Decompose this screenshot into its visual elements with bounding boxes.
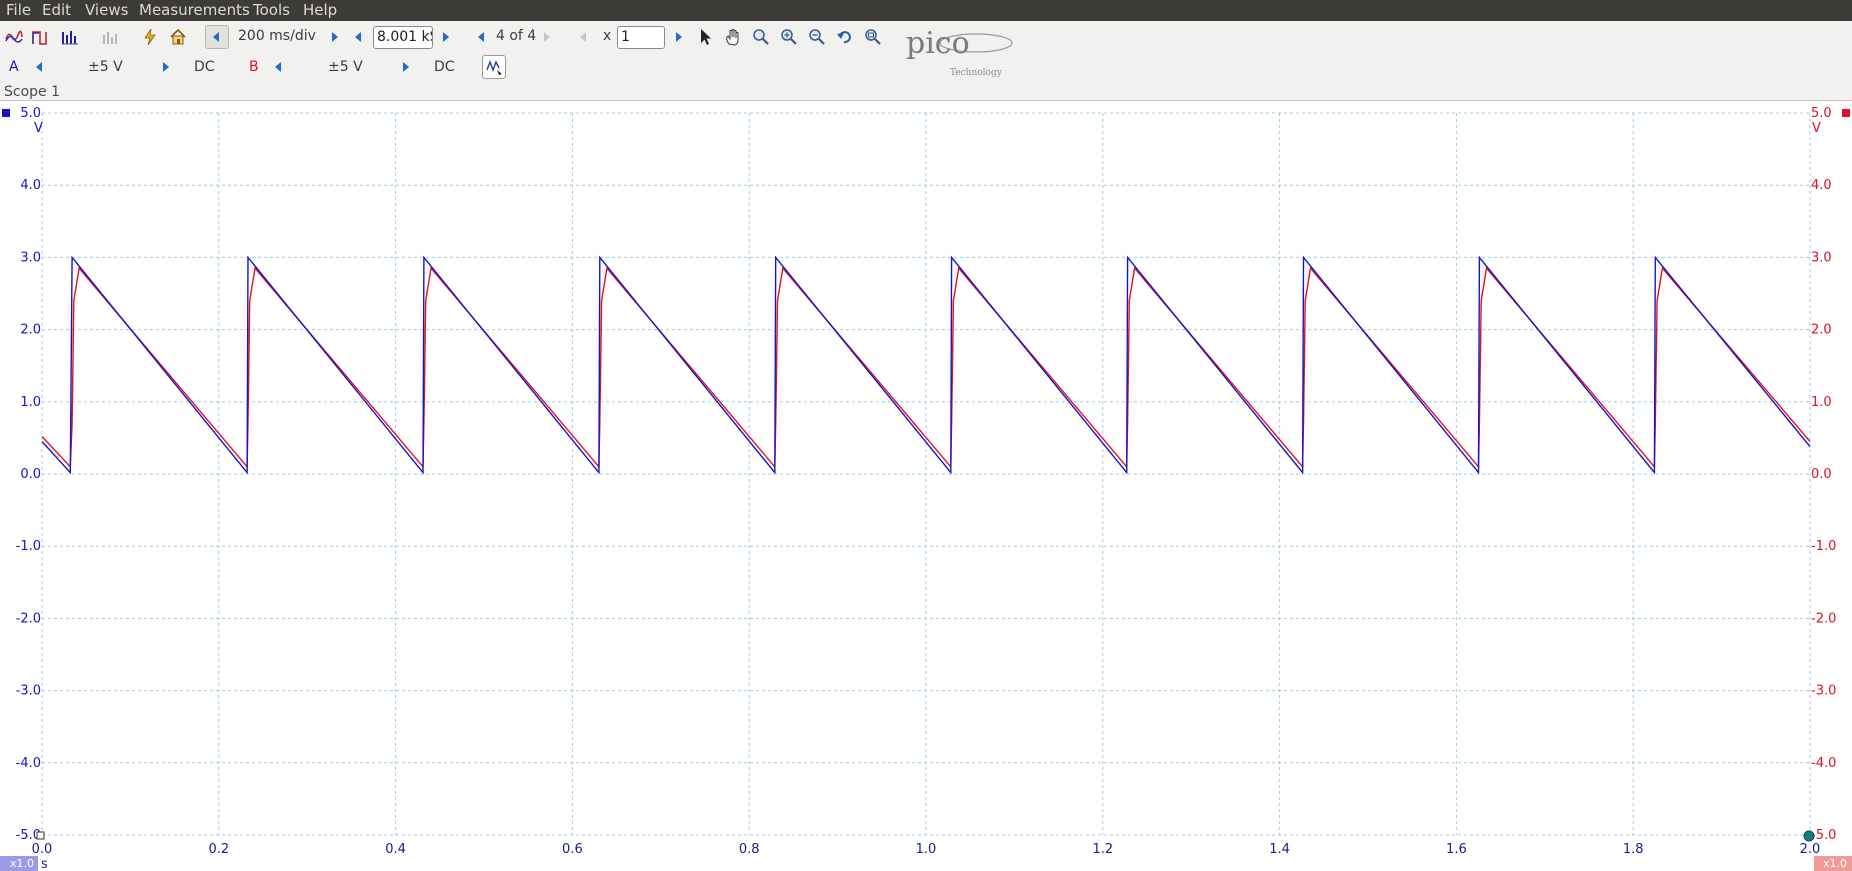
- y-tick-label-a: -1.0: [16, 539, 41, 554]
- home-icon[interactable]: [168, 27, 188, 47]
- y-tick-label-a: -2.0: [16, 611, 41, 626]
- channel-b-label: B: [249, 59, 259, 75]
- channel-b-range-increase-button[interactable]: [403, 62, 409, 72]
- zoom-previous-button: [580, 32, 586, 42]
- auto-setup-icon[interactable]: [140, 27, 160, 47]
- channel-a-range[interactable]: ±5 V: [88, 59, 123, 75]
- waveform-previous-button[interactable]: [478, 32, 484, 42]
- x-axis: 0.0 0.2 0.4 0.6 0.8 1.0 1.2 1.4 1.6 1.8 2.0: [32, 842, 1821, 857]
- hand-tool-icon[interactable]: [723, 27, 743, 47]
- undo-zoom-icon[interactable]: [835, 27, 855, 47]
- x-tick-label: 1.4: [1269, 842, 1290, 857]
- timebase-decrease-button[interactable]: [205, 25, 229, 49]
- y-tick-label-b: -4.0: [1811, 756, 1836, 771]
- x-tick-label: 0.4: [385, 842, 406, 857]
- y-tick-label-a: 5.0: [20, 106, 41, 121]
- menu-bar: File Edit Views Measurements Tools Help: [0, 0, 1852, 21]
- persistence-mode-icon[interactable]: [30, 27, 50, 47]
- zoom-out-icon[interactable]: [807, 27, 827, 47]
- y-tick-label-a: 3.0: [20, 250, 41, 265]
- zoom-next-button[interactable]: [676, 32, 682, 42]
- chart-grid: [41, 112, 1811, 836]
- menu-edit[interactable]: Edit: [42, 1, 71, 20]
- menu-file[interactable]: File: [6, 1, 31, 20]
- x-tick-label: 0.0: [32, 842, 53, 857]
- channel-b-range[interactable]: ±5 V: [328, 59, 363, 75]
- y-tick-label-a: 1.0: [20, 395, 41, 410]
- x-tick-label: 0.6: [562, 842, 583, 857]
- toolbar-channels: A ±5 V DC B ±5 V DC: [0, 54, 1852, 80]
- y-tick-label-b: 3.0: [1811, 250, 1832, 265]
- menu-views[interactable]: Views: [85, 1, 128, 20]
- samples-increase-button[interactable]: [443, 32, 449, 42]
- x-tick-label: 1.6: [1446, 842, 1467, 857]
- y-tick-label-b: -1.0: [1811, 539, 1836, 554]
- x-tick-label: 1.0: [916, 842, 937, 857]
- timebase-value[interactable]: 200 ms/div: [238, 28, 316, 44]
- y-tick-label-b: 1.0: [1811, 395, 1832, 410]
- y-unit-channel-a: V: [34, 121, 43, 136]
- timebase-increase-button[interactable]: [332, 32, 338, 42]
- x-tick-label: 1.2: [1092, 842, 1113, 857]
- scope-view[interactable]: 5.0 4.0 3.0 2.0 1.0 0.0 -1.0 -2.0 -3.0 -4.0 -5.0 5…: [0, 100, 1852, 871]
- channel-b-axis-marker[interactable]: [1842, 109, 1850, 117]
- y-axis-channel-b: 5.0 4.0 3.0 2.0 1.0 0.0 -1.0 -2.0 -3.0 -4.0 -5.0: [1811, 106, 1836, 843]
- y-tick-label-a: -4.0: [16, 756, 41, 771]
- y-axis-channel-a: 5.04.03.02.01.00.0-1.0-2.0-3.0-4.0-5.0: [16, 106, 41, 843]
- x-zoom-badge-right-text: x1.0: [1823, 857, 1847, 870]
- scope-view-title: Scope 1: [4, 84, 61, 100]
- y-tick-label-b: -2.0: [1811, 611, 1836, 626]
- x-unit-label: s: [41, 857, 48, 871]
- chevron-left-icon: [213, 32, 219, 42]
- y-tick-label-a: -3.0: [16, 684, 41, 699]
- x-tick-label: 0.2: [208, 842, 229, 857]
- channel-a-label: A: [9, 59, 19, 75]
- zoom-select-icon[interactable]: [751, 27, 771, 47]
- y-tick-label-a: 4.0: [20, 178, 41, 193]
- waveform-buffer-position: 4 of 4: [496, 28, 537, 44]
- y-tick-label-b: -3.0: [1811, 684, 1836, 699]
- pointer-tool-icon[interactable]: [696, 27, 716, 47]
- zoom-factor-input[interactable]: 1: [617, 26, 665, 49]
- zoom-in-icon[interactable]: [779, 27, 799, 47]
- x-tick-label: 0.8: [739, 842, 760, 857]
- channel-b-range-decrease-button[interactable]: [275, 62, 281, 72]
- menu-help[interactable]: Help: [303, 1, 337, 20]
- channel-a-range-increase-button[interactable]: [163, 62, 169, 72]
- channel-options-icon: [486, 60, 502, 75]
- zoom-prefix-label: x: [603, 28, 612, 44]
- scope-mode-icon[interactable]: [4, 27, 24, 47]
- channel-a-axis-marker[interactable]: [2, 109, 10, 117]
- channel-a-coupling[interactable]: DC: [194, 59, 215, 75]
- samples-decrease-button[interactable]: [355, 32, 361, 42]
- menu-measurements[interactable]: Measurements: [139, 1, 250, 20]
- spectrum-mode-icon[interactable]: [60, 27, 80, 47]
- oscilloscope-chart[interactable]: 5.0 4.0 3.0 2.0 1.0 0.0 -1.0 -2.0 -3.0 -4.0 -5.0 5…: [0, 101, 1852, 871]
- ruler-handle[interactable]: [1803, 830, 1815, 842]
- trigger-marker[interactable]: [36, 831, 45, 840]
- channel-options-button[interactable]: [482, 55, 506, 79]
- y-unit-channel-b: V: [1812, 121, 1821, 136]
- samples-input[interactable]: 8.001 kS: [373, 26, 433, 49]
- menu-tools[interactable]: Tools: [253, 1, 290, 20]
- waveform-next-button: [544, 32, 550, 42]
- x-tick-label: 1.8: [1623, 842, 1644, 857]
- zoom-to-fit-icon[interactable]: [863, 27, 883, 47]
- spectrum-options-icon: [100, 27, 120, 47]
- x-zoom-badge-left-text: x1.0: [10, 857, 34, 870]
- y-tick-label-b: 5.0: [1811, 106, 1832, 121]
- y-tick-label-a: 2.0: [20, 323, 41, 338]
- x-tick-label: 2.0: [1800, 842, 1821, 857]
- y-tick-label-b: 0.0: [1811, 467, 1832, 482]
- channel-b-coupling[interactable]: DC: [434, 59, 455, 75]
- y-tick-label-b: 2.0: [1811, 323, 1832, 338]
- y-tick-label-b: 4.0: [1811, 178, 1832, 193]
- channel-a-range-decrease-button[interactable]: [36, 62, 42, 72]
- y-tick-label-a: 0.0: [20, 467, 41, 482]
- y-tick-label-b: -5.0: [1811, 828, 1836, 843]
